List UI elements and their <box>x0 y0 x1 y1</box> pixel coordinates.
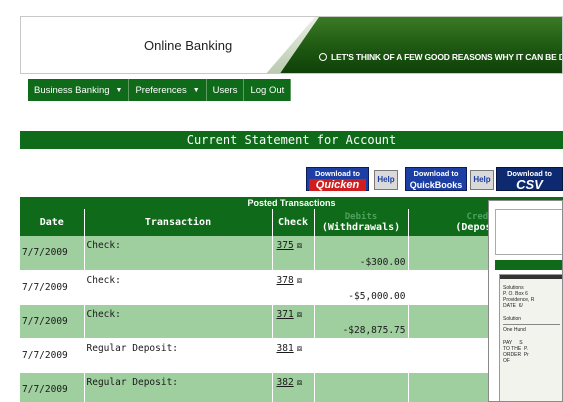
check-date-value: 6/ <box>518 303 523 309</box>
header-wave <box>279 17 562 73</box>
row-date: 7/7/2009 <box>20 372 85 402</box>
table-row: 7/7/2009 Regular Deposit: 381⧈ $35. <box>20 338 563 373</box>
help-quicken-button[interactable]: Help <box>374 170 398 190</box>
check-pay-label-4: OF <box>503 358 510 364</box>
check-rule <box>503 324 560 325</box>
download-csv-label: CSV <box>516 177 543 192</box>
col-header-transaction[interactable]: Transaction <box>84 209 273 236</box>
download-quickbooks-label: QuickBooks <box>409 180 463 190</box>
check-image: Solutions P. O. Box 6 Providence, R DATE… <box>499 274 562 401</box>
row-transaction: Check: <box>84 304 273 339</box>
posted-transactions-title: Posted Transactions <box>20 197 563 209</box>
row-check-number[interactable]: 381 <box>277 343 294 354</box>
nav-preferences[interactable]: Preferences ▼ <box>129 79 207 101</box>
circle-logo-icon <box>319 53 327 61</box>
check-payee-short: Solution <box>503 316 522 322</box>
row-withdrawal: -$5,000.00 <box>314 270 409 305</box>
row-transaction: Regular Deposit: <box>84 338 273 373</box>
row-transaction: Check: <box>84 270 273 305</box>
table-row: 7/7/2009 Check: 371 ⧈ -$28,875.75 <box>20 304 563 339</box>
row-date: 7/7/2009 <box>20 304 85 339</box>
check-header-strip <box>500 275 562 279</box>
tagline-emphasis: IT CAN BE DONE. <box>515 52 562 62</box>
row-date: 7/7/2009 <box>20 270 85 305</box>
row-date: 7/7/2009 <box>20 236 85 271</box>
row-withdrawal: -$300.00 <box>314 236 409 271</box>
statement-title: Current Statement for Account <box>20 131 563 149</box>
table-row: 7/7/2009 Check: 375 ⧈ -$300.00 <box>20 236 563 271</box>
nav-preferences-label: Preferences <box>135 84 187 96</box>
transactions-table: Date Transaction Check Debits (Withdrawa… <box>20 209 563 402</box>
nav-business-banking-label: Business Banking <box>34 84 110 96</box>
bank-title: Online Banking <box>144 38 233 53</box>
row-date: 7/7/2009 <box>20 338 85 373</box>
row-check-number[interactable]: 375 <box>277 240 294 251</box>
nav-business-banking[interactable]: Business Banking ▼ <box>28 79 130 101</box>
download-csv-button[interactable]: Download to CSV <box>496 167 563 191</box>
download-quicken-button[interactable]: Download to Quicken <box>306 167 369 191</box>
check-image-icon[interactable]: ⧈ <box>297 276 303 286</box>
nav-users-label: Users <box>212 84 238 96</box>
col-header-date[interactable]: Date <box>20 209 85 236</box>
download-quicken-label: Quicken <box>309 179 366 191</box>
row-check-link[interactable]: 382 ⧈ <box>272 372 315 402</box>
header-banner: Online Banking LET'S THINK OF A FEW GOOD… <box>20 16 563 74</box>
col-header-withdrawals-label: (Withdrawals) <box>321 222 401 233</box>
nav-users[interactable]: Users <box>207 79 245 101</box>
row-check-link[interactable]: 375 ⧈ <box>272 236 315 271</box>
table-header-row: Date Transaction Check Debits (Withdrawa… <box>20 209 563 236</box>
col-header-debits-label: Debits <box>344 212 378 222</box>
chevron-down-icon: ▼ <box>115 86 123 94</box>
col-header-check[interactable]: Check <box>272 209 315 236</box>
row-transaction: Check: <box>84 236 273 271</box>
download-quicken-top: Download to <box>315 169 360 178</box>
check-image-popup[interactable]: Solutions P. O. Box 6 Providence, R DATE… <box>488 200 563 402</box>
row-withdrawal <box>314 372 409 402</box>
row-check-link[interactable]: 378 ⧈ <box>272 270 315 305</box>
col-header-withdrawals[interactable]: Debits (Withdrawals) <box>314 209 409 236</box>
row-transaction: Regular Deposit: <box>84 372 273 402</box>
download-quickbooks-top: Download to <box>413 169 459 178</box>
tagline-text: LET'S THINK OF A FEW GOOD REASONS WHY <box>331 52 516 62</box>
check-payee-line-3: Pr <box>523 352 529 358</box>
table-row: 7/7/2009 Regular Deposit: 382⧈ $1,775 <box>20 372 563 402</box>
popup-title-bar <box>495 260 562 270</box>
row-check-number[interactable]: 382 <box>277 377 294 388</box>
check-image-icon[interactable]: ⧈ <box>297 241 303 251</box>
check-image-icon[interactable]: ⧈ <box>297 344 303 354</box>
main-nav: Business Banking ▼ Preferences ▼ Users L… <box>28 79 292 101</box>
help-quickbooks-button[interactable]: Help <box>470 170 494 190</box>
row-check-link[interactable]: 381 ⧈ <box>272 338 315 373</box>
download-quickbooks-button[interactable]: Download to QuickBooks <box>405 167 467 191</box>
nav-log-out[interactable]: Log Out <box>244 79 292 101</box>
nav-log-out-label: Log Out <box>250 84 285 96</box>
tagline: LET'S THINK OF A FEW GOOD REASONS WHY IT… <box>319 52 562 62</box>
chevron-down-icon: ▼ <box>192 86 200 94</box>
row-check-link[interactable]: 371 ⧈ <box>272 304 315 339</box>
check-image-icon[interactable]: ⧈ <box>297 378 303 388</box>
table-row: 7/7/2009 Check: 378 ⧈ -$5,000.00 <box>20 270 563 305</box>
check-date-label: DATE <box>503 303 516 309</box>
posted-transactions: Posted Transactions Date Transaction Che… <box>20 197 563 402</box>
popup-field <box>495 209 562 255</box>
row-withdrawal <box>314 338 409 373</box>
row-check-number[interactable]: 378 <box>277 275 294 286</box>
row-check-number[interactable]: 371 <box>277 309 294 320</box>
check-image-icon[interactable]: ⧈ <box>297 310 303 320</box>
row-withdrawal: -$28,875.75 <box>314 304 409 339</box>
